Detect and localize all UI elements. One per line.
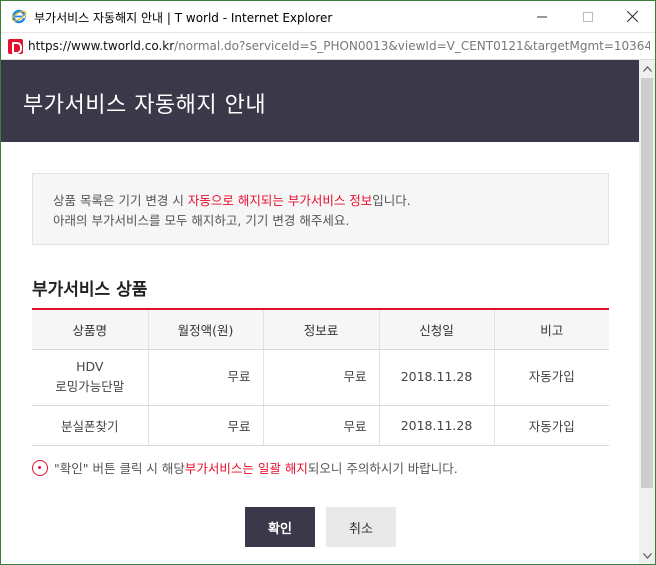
table-header-row: 상품명 월정액(원) 정보료 신청일 비고 [32,309,609,350]
section-title: 부가서비스 상품 [32,280,148,300]
product-name-line2: 로밍가능단말 [55,379,125,394]
date-cell: 2018.11.28 [379,405,495,446]
browser-window: 부가서비스 자동해지 안내 | T world - Internet Explo… [0,0,656,565]
cancel-button[interactable]: 취소 [326,507,396,547]
warning-highlight: 부가서비스는 일괄 해지 [184,461,308,476]
notice-line-2: 아래의 부가서비스를 모두 해지하고, 기기 변경 해주세요. [53,213,350,228]
col-header-name: 상품명 [32,309,149,350]
notice-text: 상품 목록은 기기 변경 시 [53,193,188,208]
vertical-scrollbar[interactable] [639,60,655,564]
page-viewport: 부가서비스 자동해지 안내 상품 목록은 기기 변경 시 자동으로 해지되는 부… [1,60,639,564]
scroll-up-button[interactable] [639,60,655,77]
internet-explorer-icon [11,9,27,24]
products-table: 상품명 월정액(원) 정보료 신청일 비고 HDV 로밍가능단말 무료 무료 20… [32,308,609,446]
close-icon [626,11,638,22]
popup-header: 부가서비스 자동해지 안내 [1,60,639,142]
table-row: HDV 로밍가능단말 무료 무료 2018.11.28 자동가입 [32,349,609,406]
notice-text-end: 입니다. [372,193,411,208]
scroll-down-button[interactable] [639,547,655,564]
table-row: 분실폰찾기 무료 무료 2018.11.28 자동가입 [32,405,609,446]
scrollbar-thumb[interactable] [641,78,653,488]
url-text[interactable]: https://www.tworld.co.kr/normal.do?servi… [28,39,650,53]
date-cell: 2018.11.28 [379,349,495,406]
minimize-icon [537,16,547,17]
col-header-note: 비고 [494,309,609,350]
alert-dot-icon [32,459,48,476]
address-bar[interactable]: https://www.tworld.co.kr/normal.do?servi… [1,32,655,60]
minimize-button[interactable] [519,1,565,32]
tworld-site-icon [8,39,23,54]
window-title: 부가서비스 자동해지 안내 | T world - Internet Explo… [34,11,333,25]
notice-highlight: 자동으로 해지되는 부가서비스 정보 [187,193,373,208]
col-header-date: 신청일 [379,309,495,350]
chevron-down-icon [642,552,652,559]
warning-text-end: 되오니 주의하시기 바랍니다. [307,461,458,476]
note-cell: 자동가입 [494,349,609,406]
monthly-fee-cell: 무료 [148,405,264,446]
confirm-button[interactable]: 확인 [245,507,315,547]
page-title: 부가서비스 자동해지 안내 [23,93,267,118]
close-button[interactable] [609,1,655,32]
col-header-info-fee: 정보료 [263,309,380,350]
product-name-cell: HDV 로밍가능단말 [32,349,149,406]
col-header-monthly: 월정액(원) [148,309,264,350]
maximize-button[interactable] [565,1,611,32]
info-fee-cell: 무료 [263,349,380,406]
title-bar: 부가서비스 자동해지 안내 | T world - Internet Explo… [1,1,655,32]
warning-text: "확인" 버튼 클릭 시 해당 [54,461,185,476]
product-name-cell: 분실폰찾기 [32,405,149,446]
notice-box: 상품 목록은 기기 변경 시 자동으로 해지되는 부가서비스 정보입니다. 아래… [32,173,609,245]
url-host: https://www.tworld.co.kr [28,39,175,53]
monthly-fee-cell: 무료 [148,349,264,406]
note-cell: 자동가입 [494,405,609,446]
maximize-icon [583,11,593,22]
product-name: HDV [76,359,104,374]
notice-line-1: 상품 목록은 기기 변경 시 자동으로 해지되는 부가서비스 정보입니다. [53,191,588,211]
url-path: /normal.do?serviceId=S_PHON0013&viewId=V… [174,39,650,53]
chevron-up-icon [642,65,652,72]
info-fee-cell: 무료 [263,405,380,446]
warning-message: "확인" 버튼 클릭 시 해당 부가서비스는 일괄 해지 되오니 주의하시기 바… [32,458,458,477]
